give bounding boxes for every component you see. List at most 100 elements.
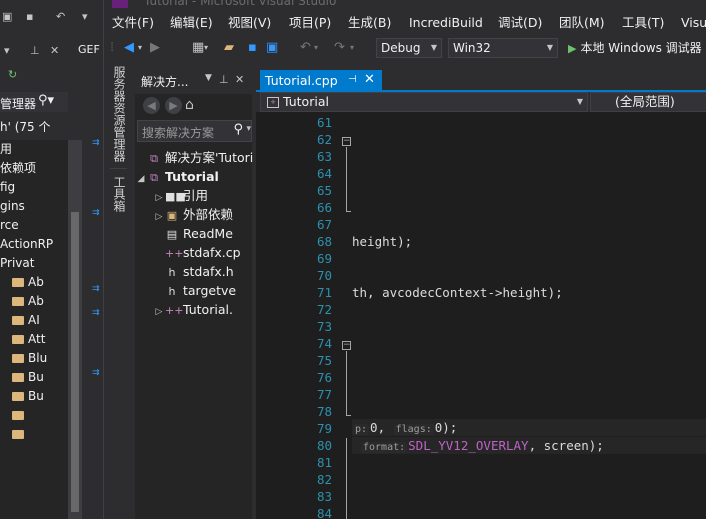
code-token: , screen); [528,438,604,453]
menu-incredibuild[interactable]: IncrediBuild [409,12,483,34]
pin-icon[interactable]: ⊣ [348,74,357,85]
code-editor[interactable]: 61 62 63 64 65 66 67 68 69 70 71 72 73 74 75 76 77 78 79 80… [256,112,706,519]
line-number: 83 [316,489,332,504]
line-number: 66 [316,200,332,215]
background-tree-item[interactable]: gins [0,197,25,216]
code-line: height); [352,234,413,249]
background-tree-item[interactable]: Att [12,330,45,349]
chevron-down-icon: ▼ [430,43,437,52]
background-tree-item[interactable]: ActionRP [0,235,53,254]
search-icon[interactable]: ⚲ [233,122,243,137]
solution-tree-item[interactable]: h stdafx.h [153,262,234,281]
param-value: 0); [434,420,458,435]
line-number: 75 [316,353,332,368]
server-explorer-tab[interactable]: 服务器资源管理器 [110,66,128,162]
overflow-icon[interactable]: ▾ [82,10,88,23]
line-number: 84 [316,506,332,519]
menu-project[interactable]: 项目(P) [289,12,331,34]
background-tree-item[interactable]: AI [12,311,40,330]
back-dropdown-icon[interactable]: ▾ [138,39,142,57]
solution-tree-item[interactable]: ⧉ 解决方案'Tutori [135,148,253,167]
expand-arrow-icon[interactable]: ◢ [135,170,147,189]
tree-item-label: Ab [28,294,44,308]
solution-icon: ⧉ [150,152,158,165]
tab-separator [110,168,127,169]
new-project-icon[interactable]: ▦ [192,39,204,57]
member-scope-select[interactable]: (全局范围) [590,92,706,112]
home-icon[interactable]: ⌂ [185,97,194,113]
solution-search-input[interactable]: 搜索解决方案 ⚲ ▾ [137,120,252,142]
background-tree-item[interactable]: 依赖项 [0,159,36,178]
solution-tree-item[interactable]: ▷ ++Tutorial. [153,300,233,319]
chevron-down-icon[interactable]: ▾ [246,124,251,134]
background-tree-item[interactable]: Bu [12,368,44,387]
tab-tutorial-cpp[interactable]: Tutorial.cpp ⊣ ✕ [260,70,382,92]
undo-dropdown-icon[interactable]: ▾ [314,39,318,57]
save-all-icon[interactable]: ▣ [2,10,12,23]
undo-icon[interactable]: ↶ [300,39,311,57]
background-tab[interactable]: GEF [78,43,100,56]
platform-select[interactable]: Win32 ▼ [448,38,558,58]
start-debugging-button[interactable]: ▶ 本地 Windows 调试器 [568,38,702,58]
close-icon[interactable]: ✕ [50,44,59,57]
background-tree-item[interactable] [12,425,28,444]
forward-icon[interactable]: ▶ [150,39,160,57]
background-tree-item[interactable]: rce [0,216,19,235]
solution-tree-item[interactable]: h targetve [153,281,237,300]
menu-tools[interactable]: 工具(T) [622,12,664,34]
collapse-region-icon[interactable]: − [342,137,351,146]
pin-icon[interactable]: ▾ [4,44,10,57]
solution-explorer-title: 解决方... [141,75,189,89]
save-all-icon[interactable]: ▣ [266,39,278,57]
expand-arrow-icon[interactable]: ▷ [153,303,165,322]
menu-team[interactable]: 团队(M) [559,12,605,34]
background-tree-item[interactable]: Bu [12,387,44,406]
menu-view[interactable]: 视图(V) [228,12,271,34]
save-icon[interactable]: ▪ [248,39,257,57]
menu-build[interactable]: 生成(B) [348,12,391,34]
solution-explorer-header: 解决方... ▼ ⊥ ✕ [135,68,252,94]
refresh-icon[interactable]: ↻ [8,68,17,81]
background-tree-item[interactable]: Ab [12,273,44,292]
solution-tree-item[interactable]: ▷ ▣ 外部依赖 [153,205,233,224]
solution-tree-item[interactable]: ++stdafx.cp [153,243,241,262]
toolbox-tab[interactable]: 工具箱 [110,176,128,212]
menu-debug[interactable]: 调试(D) [498,12,542,34]
background-scroll-thumb[interactable] [71,212,79,512]
redo-icon[interactable]: ↷ [334,39,345,57]
background-tree-item[interactable]: Blu [12,349,47,368]
pin-icon[interactable]: ⊥ [30,44,40,57]
background-tree-item[interactable]: fig [0,178,15,197]
save-icon[interactable]: ▪ [26,10,33,23]
project-scope-select[interactable]: + Tutorial ▼ [260,92,588,112]
background-tree-item[interactable]: 用 [0,140,12,159]
open-folder-icon[interactable]: ▰ [224,39,234,57]
menu-visualassist[interactable]: Visu [681,12,706,34]
back-icon[interactable]: ◀ [124,39,134,57]
redo-dropdown-icon[interactable]: ▾ [350,39,354,57]
close-icon[interactable]: ✕ [364,72,375,87]
tree-item-label: 依赖项 [0,161,37,175]
tree-item-label: 外部依赖 [183,207,234,222]
background-tree-item[interactable]: Ab [12,292,44,311]
folder-icon [12,316,24,325]
background-search-box[interactable]: 管理器 ⚲▾ [0,92,68,112]
back-icon[interactable]: ◀ [143,97,160,114]
project-icon: + [267,97,279,108]
solution-tree-item[interactable]: ▤ ReadMe [153,224,233,243]
editor-navigation-bar: + Tutorial ▼ (全局范围) [256,92,706,112]
pin-icon[interactable]: ⊥ [219,73,229,86]
menu-edit[interactable]: 编辑(E) [170,12,213,34]
panel-menu-icon[interactable]: ▼ [205,73,212,83]
background-tree-item[interactable] [12,406,28,425]
undo-icon[interactable]: ↶ [56,10,65,23]
background-tree-item[interactable]: Privat [0,254,34,273]
new-dropdown-icon[interactable]: ▾ [204,39,208,57]
forward-icon[interactable]: ▶ [165,97,182,114]
solution-tree-item[interactable]: ▷ ■■引用 [153,186,208,205]
configuration-select[interactable]: Debug ▼ [376,38,442,58]
solution-tree-item[interactable]: ◢ ⧉ Tutorial [135,167,219,186]
collapse-region-icon[interactable]: − [342,341,351,350]
close-icon[interactable]: ✕ [235,73,244,86]
menu-file[interactable]: 文件(F) [112,12,154,34]
